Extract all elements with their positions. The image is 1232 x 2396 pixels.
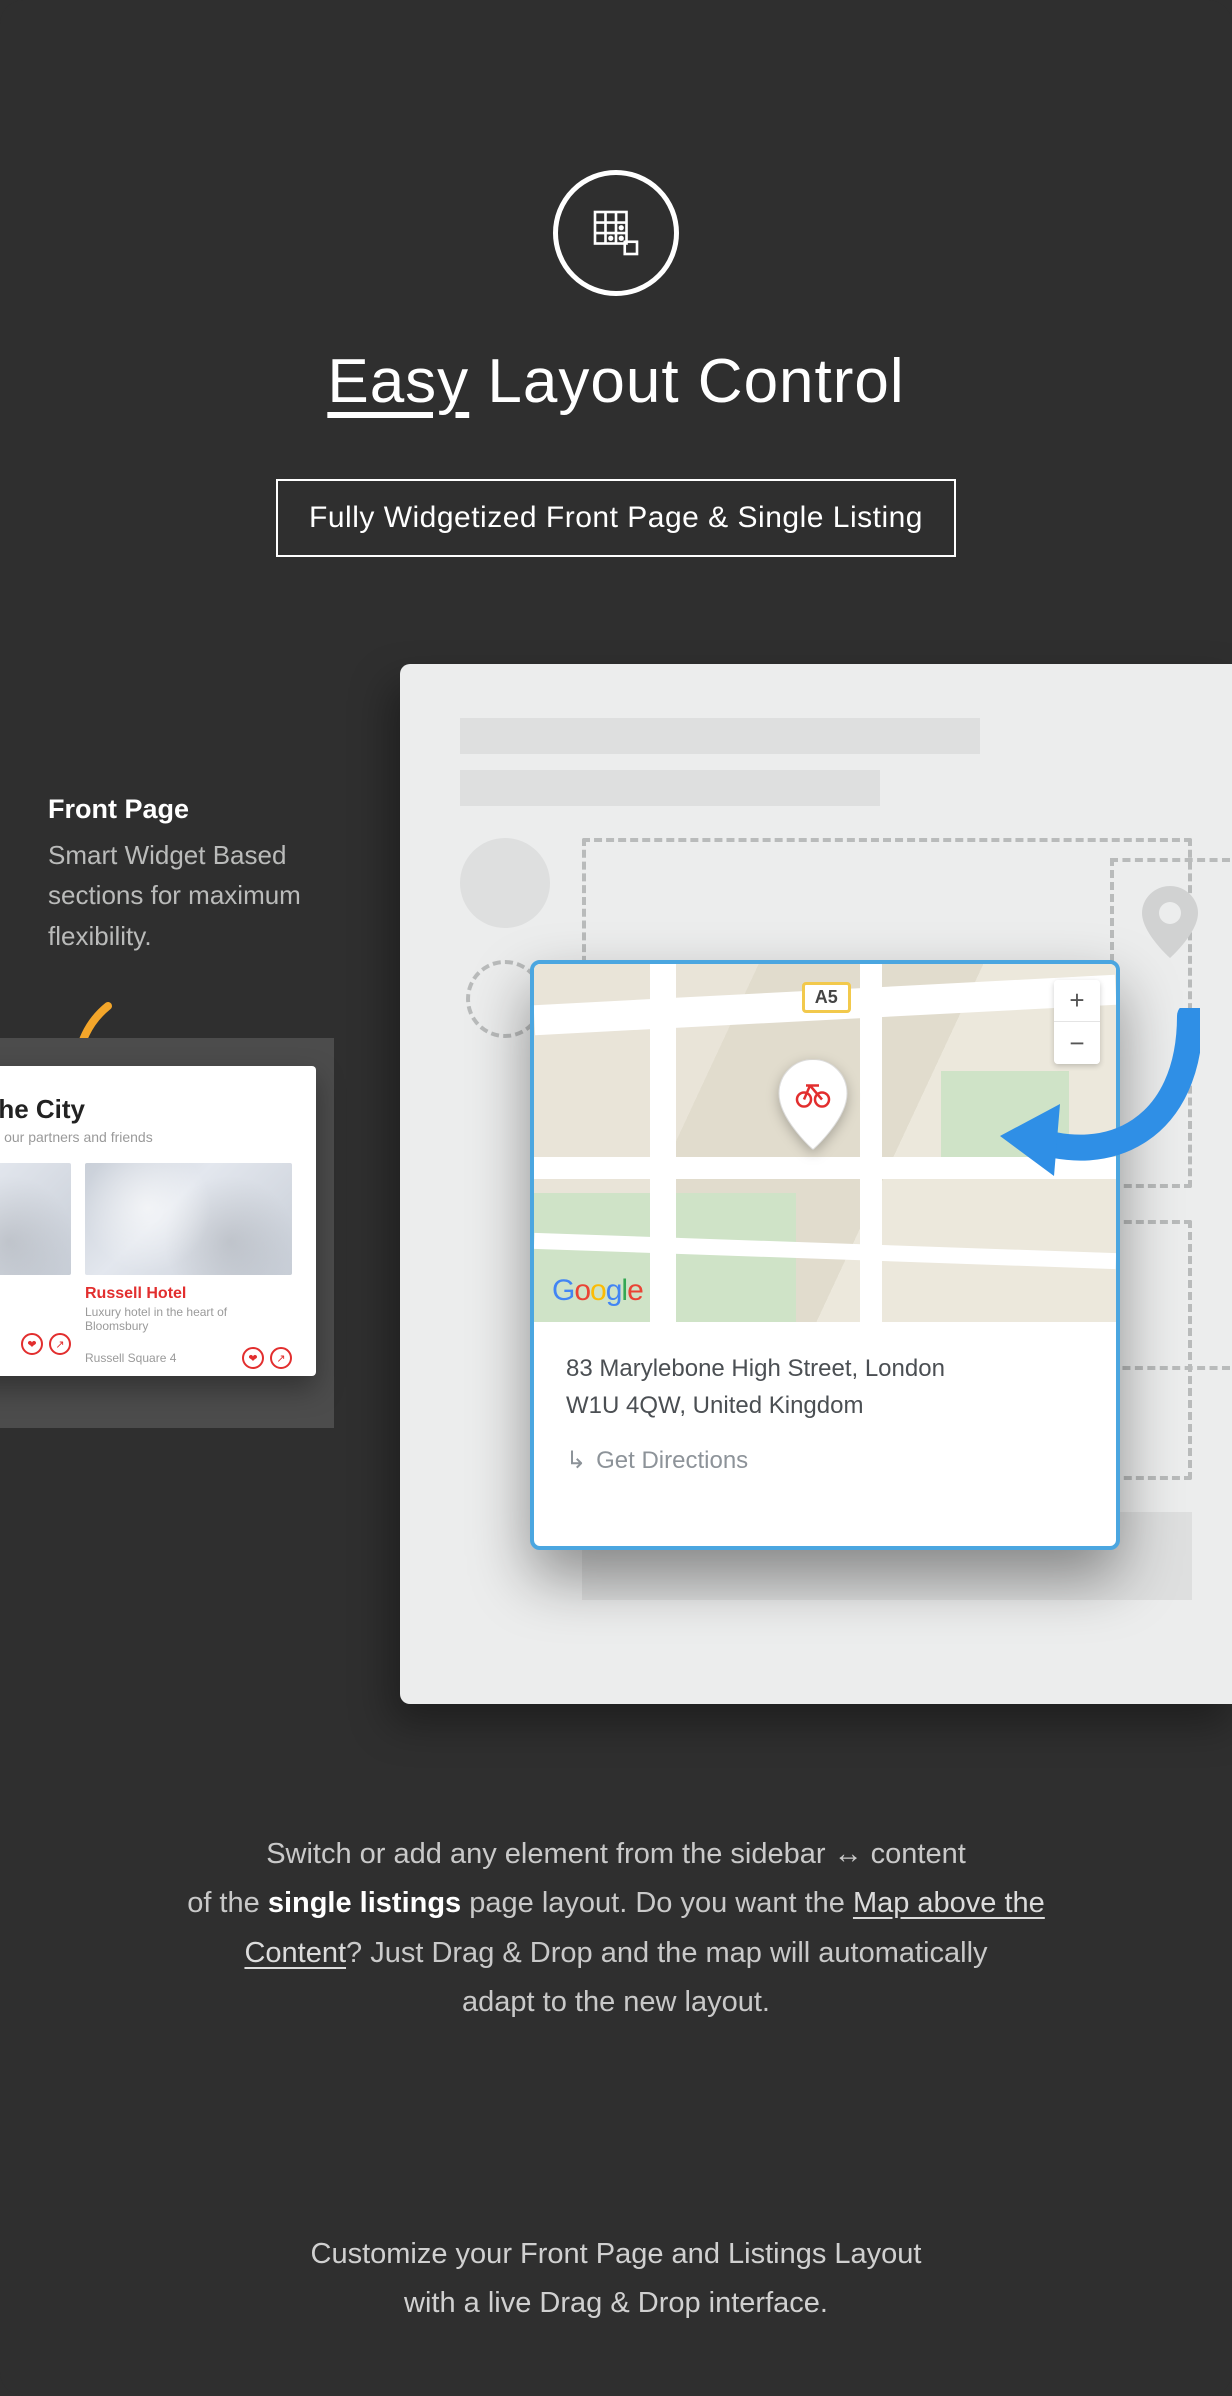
footer-line: with a live Drag & Drop interface.: [404, 2287, 828, 2319]
title-rest: Layout Control: [469, 347, 904, 416]
copy-frag: adapt to the new layout.: [462, 1986, 770, 2018]
listing-image: [85, 1163, 292, 1275]
share-icon[interactable]: ↗: [270, 1347, 292, 1369]
get-directions-link[interactable]: ↳ Get Directions: [534, 1434, 1116, 1475]
avatar-slot[interactable]: [460, 838, 550, 928]
page: Easy Layout Control Fully Widgetized Fro…: [0, 0, 1232, 2396]
listing-image: [0, 1163, 71, 1275]
title-emphasis: Easy: [327, 347, 469, 416]
blue-drag-arrow-icon: [990, 1008, 1200, 1198]
subtitle-badge: Fully Widgetized Front Page & Single Lis…: [276, 479, 956, 557]
address-line: W1U 4QW, United Kingdom: [566, 1387, 1084, 1424]
preview-card-heading: s to Do in the City: [0, 1094, 292, 1125]
footer-text: Customize your Front Page and Listings L…: [0, 2230, 1232, 2329]
copy-bold: single listings: [268, 1887, 461, 1919]
share-icon[interactable]: ↗: [49, 1333, 71, 1355]
copy-frag: page layout. Do you want the: [461, 1887, 853, 1919]
get-directions-label: Get Directions: [596, 1447, 748, 1475]
map-pin-icon[interactable]: [777, 1060, 849, 1155]
layout-icon: [553, 170, 679, 296]
preview-card-sub: around the world from our partners and f…: [0, 1129, 292, 1145]
frontpage-callout: Front Page Smart Widget Based sections f…: [48, 794, 348, 956]
copy-frag: Switch or add any element from the sideb…: [266, 1838, 966, 1870]
directions-arrow-icon: ↳: [566, 1446, 586, 1475]
listing-actions: ❤ ↗: [242, 1347, 292, 1369]
listing-desc: nal served pizzeria: [0, 1305, 71, 1319]
map-road: [860, 964, 882, 1322]
listing-name: Russell Hotel: [85, 1285, 292, 1303]
address-line: 83 Marylebone High Street, London: [566, 1350, 1084, 1387]
map-address: 83 Marylebone High Street, London W1U 4Q…: [534, 1322, 1116, 1434]
listing-tile[interactable]: Russell Hotel Luxury hotel in the heart …: [85, 1163, 292, 1369]
listing-actions: ❤ ↗: [21, 1333, 71, 1355]
google-logo: Google: [552, 1274, 643, 1308]
pin-ghost-icon: [1142, 886, 1198, 958]
frontpage-callout-title: Front Page: [48, 794, 348, 825]
map-road: [650, 964, 676, 1322]
copy-frag: of the: [187, 1887, 268, 1919]
listing-name: llo Pizza: [0, 1285, 71, 1303]
listing-desc: Luxury hotel in the heart of Bloomsbury: [85, 1305, 292, 1333]
listing-location: Russell Square 4: [85, 1351, 176, 1365]
bookmark-icon[interactable]: ❤: [21, 1333, 43, 1355]
road-label: A5: [802, 982, 851, 1013]
front-page-preview-card: s to Do in the City around the world fro…: [0, 1066, 316, 1376]
page-title: Easy Layout Control: [0, 346, 1232, 417]
copy-frag: ? Just Drag & Drop and the map will auto…: [346, 1937, 988, 1969]
placeholder-bar: [460, 770, 880, 806]
footer-line: Customize your Front Page and Listings L…: [311, 2238, 922, 2270]
frontpage-callout-desc: Smart Widget Based sections for maximum …: [48, 835, 348, 956]
placeholder-bar: [460, 718, 980, 754]
listing-tile[interactable]: llo Pizza nal served pizzeria Road 510 ❤…: [0, 1163, 71, 1369]
description-text: Switch or add any element from the sideb…: [0, 1830, 1232, 2027]
bookmark-icon[interactable]: ❤: [242, 1347, 264, 1369]
